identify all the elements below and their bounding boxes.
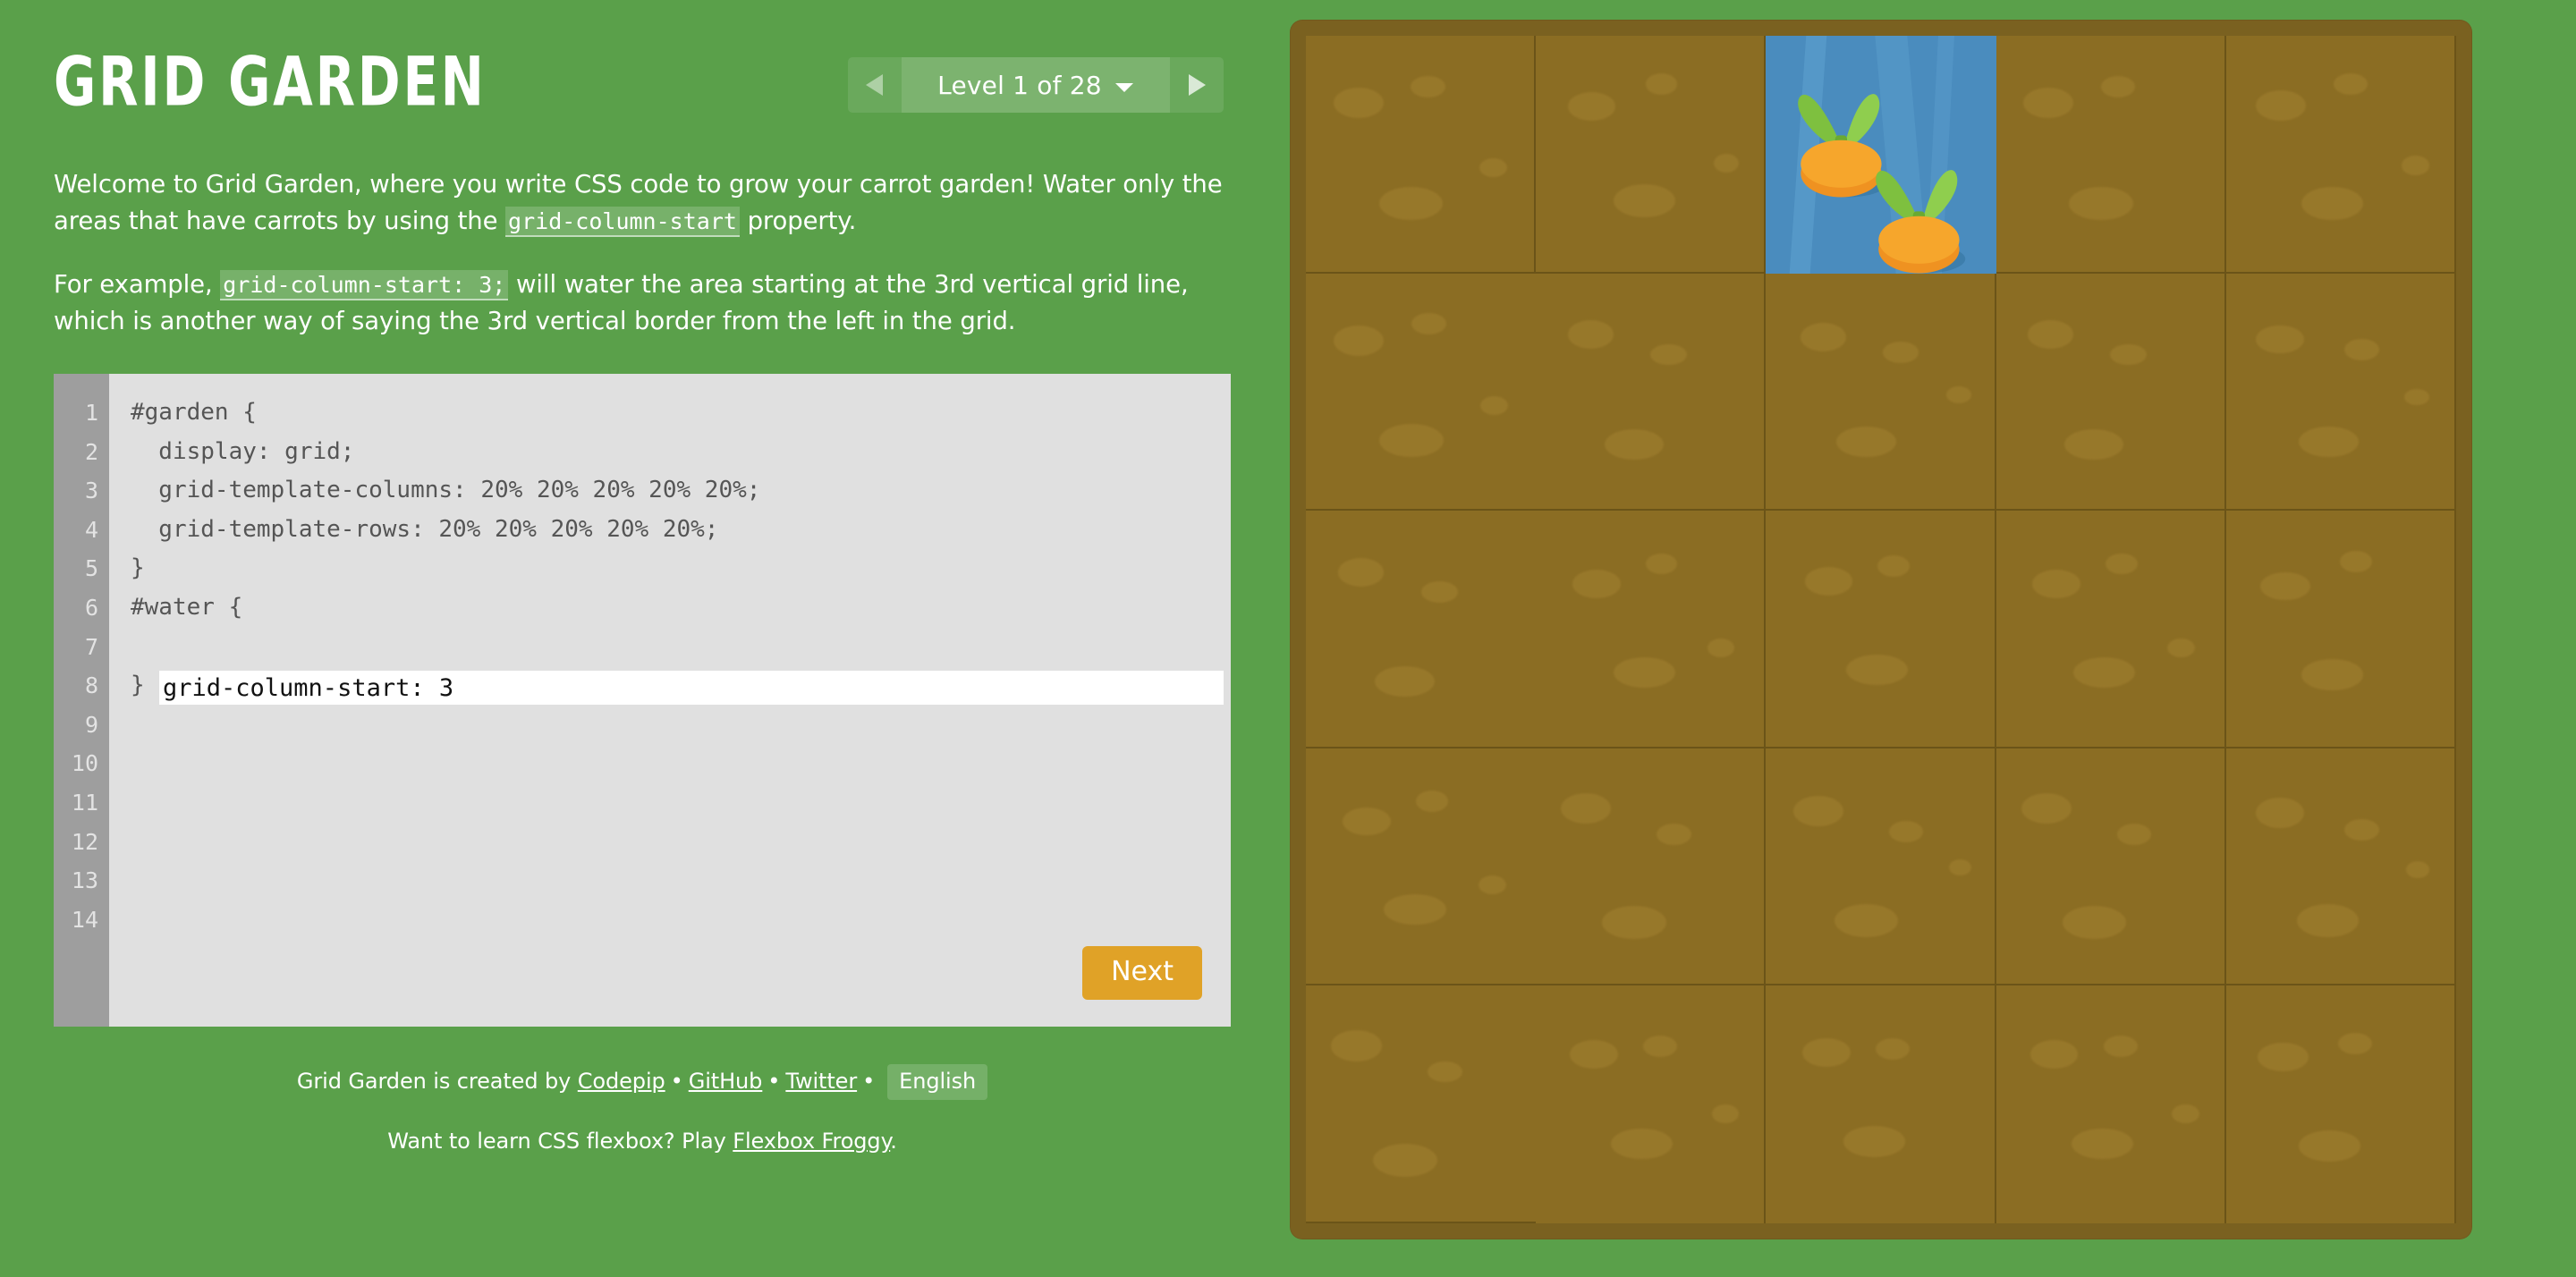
instruction-paragraph-2: For example, grid-column-start: 3; will … [54,266,1225,340]
line-number: 1 [84,400,98,426]
codepip-link[interactable]: Codepip [578,1069,665,1094]
code-line: display: grid; [131,437,355,465]
line-number: 8 [84,672,98,699]
line-number: 5 [84,555,98,582]
garden-grid [1306,36,2456,1223]
code-line: grid-template-columns: 20% 20% 20% 20% 2… [131,477,761,504]
garden-plot [2225,511,2456,748]
garden-plot [1536,36,1767,274]
garden-plot [2225,748,2456,986]
garden-plot [1536,511,1767,748]
code-line: } [131,554,145,582]
garden-plot [1306,273,1537,512]
twitter-link[interactable]: Twitter [785,1069,857,1094]
garden-plot [2225,273,2456,512]
prev-level-button[interactable] [848,57,902,113]
flexbox-froggy-link[interactable]: Flexbox Froggy [733,1129,890,1154]
instruction-paragraph-1: Welcome to Grid Garden, where you write … [54,166,1225,240]
level-selector[interactable]: Level 1 of 28 [848,57,1224,113]
next-button[interactable]: Next [1082,946,1202,1000]
inline-code-example: grid-column-start: 3; [220,270,509,300]
line-number: 6 [84,594,98,621]
garden-plot [1996,748,2226,986]
instructions: Welcome to Grid Garden, where you write … [54,166,1231,340]
footer-separator: • [670,1069,683,1094]
line-number: 14 [71,906,98,933]
garden-panel [1284,0,2576,1277]
instr-2-before: For example, [54,270,221,299]
carrot-icon [1876,170,1966,274]
code-line: #garden { [131,399,257,426]
garden-plot [1766,748,1996,986]
code-line: grid-template-rows: 20% 20% 20% 20% 20%; [131,515,719,543]
garden-plot [2225,985,2456,1223]
code-area: #garden { display: grid; grid-template-c… [109,374,1231,1027]
line-number: 9 [84,711,98,738]
garden-plot [1306,36,1537,274]
garden-plot [1306,985,1537,1223]
line-number: 13 [71,867,98,894]
line-number: 7 [84,633,98,660]
garden-plot [1996,511,2226,748]
left-panel: GRID GARDEN Level 1 of 28 Welcome to Gri… [0,0,1284,1277]
water-overlay [1766,36,1996,274]
garden-plot [1996,36,2226,274]
garden-plot [1766,273,1996,512]
garden-plot [2225,36,2456,274]
css-input-field-wrapper[interactable] [159,671,1224,705]
code-line-input-placeholder [109,628,1231,667]
garden-plot [1536,273,1767,512]
footer-separator: • [767,1069,781,1094]
garden-plot [1996,273,2226,512]
code-line: #water { [131,593,243,621]
code-editor[interactable]: 1 2 3 4 5 6 7 8 9 10 11 12 13 14 #garden… [54,374,1231,1027]
garden-frame [1290,20,2472,1239]
grid-garden-app: GRID GARDEN Level 1 of 28 Welcome to Gri… [0,0,2576,1277]
garden-plot [1766,511,1996,748]
line-number: 3 [84,478,98,504]
inline-code-property: grid-column-start [505,207,740,237]
line-number: 10 [71,750,98,777]
footer-credits: Grid Garden is created by Codepip • GitHub… [54,1064,1231,1100]
line-number: 11 [71,789,98,816]
line-number: 12 [71,828,98,855]
instr-1-after: property. [739,207,857,235]
language-button[interactable]: English [887,1064,988,1100]
footer-flexbox-promo: Want to learn CSS flexbox? Play Flexbox … [54,1129,1231,1154]
garden-plot [1536,985,1767,1223]
header: GRID GARDEN Level 1 of 28 [54,47,1231,147]
level-display[interactable]: Level 1 of 28 [902,57,1170,113]
next-level-button[interactable] [1170,57,1224,113]
footer-separator: • [862,1069,876,1094]
garden-plot [1306,748,1537,986]
line-number-gutter: 1 2 3 4 5 6 7 8 9 10 11 12 13 14 [54,374,109,1027]
flexbox-promo-prefix: Want to learn CSS flexbox? Play [387,1129,733,1154]
github-link[interactable]: GitHub [689,1069,763,1094]
css-input-field[interactable] [159,673,1224,702]
footer: Grid Garden is created by Codepip • GitHub… [54,1064,1231,1154]
footer-credits-prefix: Grid Garden is created by [296,1069,578,1094]
line-number: 2 [84,438,98,465]
garden-plot [1996,985,2226,1223]
line-number: 4 [84,516,98,543]
garden-plot [1306,511,1537,748]
garden-plot [1536,748,1767,986]
chevron-down-icon [1114,71,1134,100]
flexbox-promo-suffix: . [890,1129,897,1154]
garden-plot [1766,985,1996,1223]
level-label: Level 1 of 28 [937,70,1102,100]
